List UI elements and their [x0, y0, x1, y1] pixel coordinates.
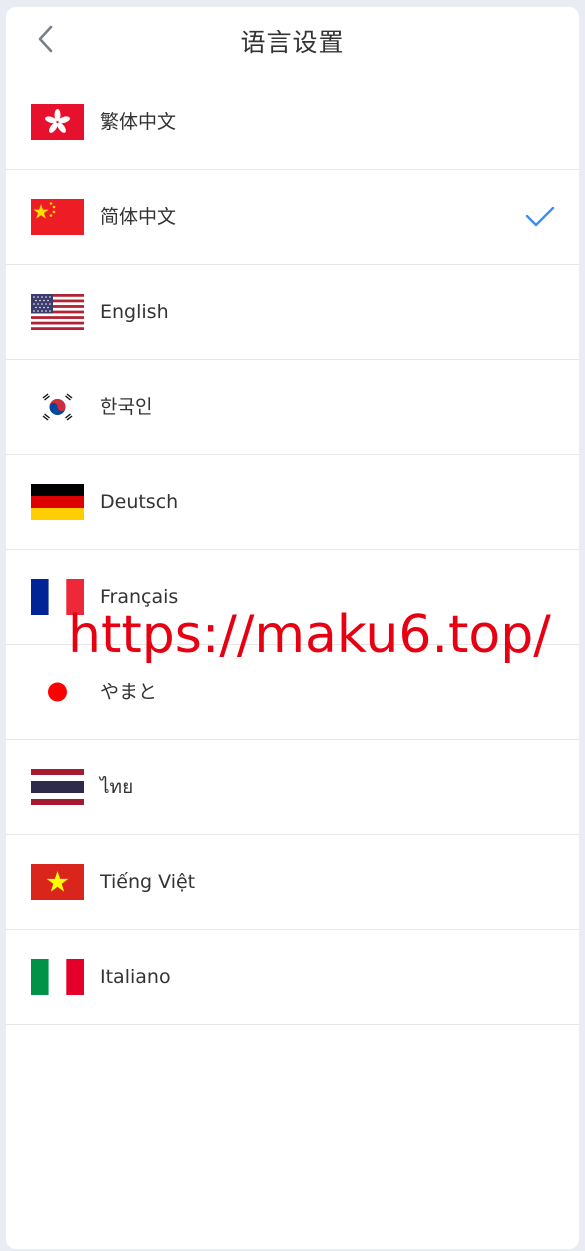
language-item-de[interactable]: Deutsch [6, 455, 579, 550]
header: 语言设置 [6, 7, 579, 82]
th-flag-icon [31, 769, 84, 805]
language-label: 한국인 [100, 396, 153, 418]
check-icon [525, 206, 555, 227]
language-label: 繁体中文 [100, 111, 177, 133]
cn-flag-icon [31, 199, 84, 235]
it-flag-icon [31, 959, 84, 995]
language-label: 简体中文 [100, 206, 177, 228]
us-flag-icon [31, 294, 84, 330]
language-item-th[interactable]: ไทย [6, 740, 579, 835]
hk-flag-icon [31, 104, 84, 140]
page-title: 语言设置 [240, 28, 345, 57]
watermark-text: https://maku6.top/ [68, 605, 551, 665]
language-item-zh-hans[interactable]: 简体中文 [6, 170, 579, 265]
language-list: 繁体中文 简体中文 English 한국인 Deutsch Français や… [6, 75, 579, 1025]
language-label: English [100, 301, 169, 323]
de-flag-icon [31, 484, 84, 520]
language-item-zh-hant[interactable]: 繁体中文 [6, 75, 579, 170]
language-item-vi[interactable]: Tiếng Việt [6, 835, 579, 930]
language-item-en[interactable]: English [6, 265, 579, 360]
language-label: Deutsch [100, 491, 179, 513]
jp-flag-icon [31, 674, 84, 710]
kr-flag-icon [31, 389, 84, 425]
language-item-it[interactable]: Italiano [6, 930, 579, 1025]
vn-flag-icon [31, 864, 84, 900]
language-label: Tiếng Việt [100, 871, 196, 893]
language-item-ko[interactable]: 한국인 [6, 360, 579, 455]
language-label: ไทย [100, 776, 134, 798]
language-label: Italiano [100, 966, 171, 988]
